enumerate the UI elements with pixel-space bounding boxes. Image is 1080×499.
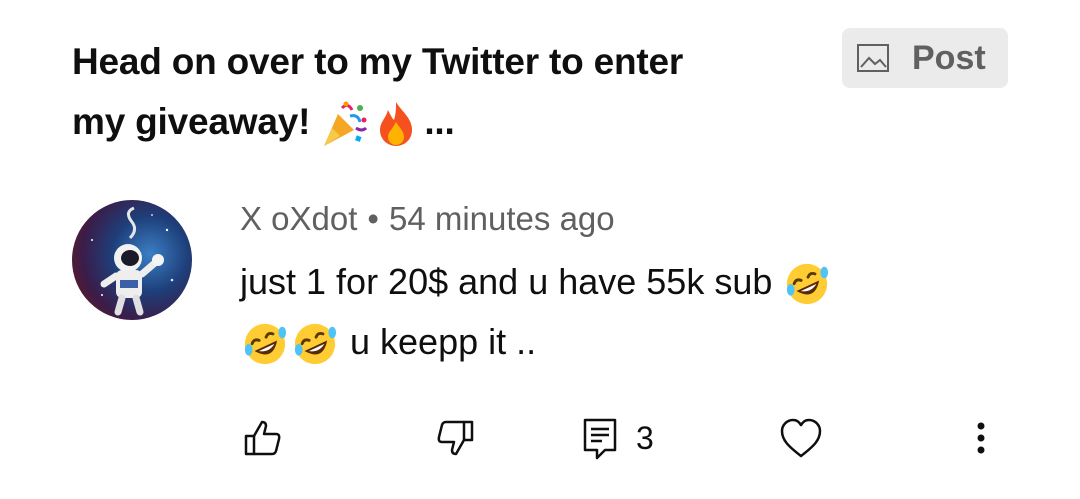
post-title-line-2: my giveaway! ... bbox=[72, 92, 772, 152]
reply-count: 3 bbox=[636, 419, 654, 456]
comment-author[interactable]: X oXdot bbox=[240, 200, 357, 237]
comment-action-bar: 3 bbox=[0, 410, 1080, 466]
post-title-text: my giveaway! bbox=[72, 101, 311, 142]
post-title-line-1: Head on over to my Twitter to enter bbox=[72, 41, 684, 82]
more-options-button[interactable] bbox=[966, 410, 996, 466]
like-button[interactable] bbox=[240, 410, 284, 466]
thumbs-up-icon bbox=[244, 420, 281, 456]
post-title-ellipsis: ... bbox=[424, 101, 455, 142]
party-popper-emoji bbox=[324, 101, 368, 147]
comment-text-1: just 1 for 20$ and u have 55k sub bbox=[240, 261, 773, 302]
heart-button[interactable] bbox=[778, 410, 824, 466]
fire-emoji bbox=[380, 102, 413, 147]
comment-icon bbox=[583, 418, 617, 460]
heart-icon bbox=[780, 418, 822, 458]
reply-button[interactable]: 3 bbox=[580, 410, 654, 466]
post-title[interactable]: Head on over to my Twitter to enter my g… bbox=[72, 32, 772, 152]
comment-text-line-1: just 1 for 20$ and u have 55k sub bbox=[240, 252, 960, 312]
rofl-emoji bbox=[787, 264, 829, 305]
image-icon bbox=[857, 44, 889, 72]
more-vertical-icon bbox=[977, 422, 985, 454]
rofl-emoji bbox=[294, 324, 337, 365]
comment-meta: X oXdot • 54 minutes ago bbox=[240, 200, 615, 238]
thumbs-down-icon bbox=[437, 420, 474, 456]
post-chip-button[interactable]: Post bbox=[842, 28, 1008, 88]
astronaut-avatar bbox=[72, 200, 192, 320]
post-chip-label: Post bbox=[912, 38, 986, 77]
comment-text-2: u keepp it .. bbox=[350, 321, 537, 362]
comment-text: just 1 for 20$ and u have 55k sub u keep… bbox=[240, 252, 960, 372]
meta-separator: • bbox=[367, 200, 379, 237]
comment-timestamp: 54 minutes ago bbox=[388, 200, 615, 237]
avatar[interactable] bbox=[72, 200, 192, 320]
comment-text-line-2: u keepp it .. bbox=[240, 312, 960, 372]
dislike-button[interactable] bbox=[434, 410, 478, 466]
rofl-emoji bbox=[244, 324, 287, 365]
